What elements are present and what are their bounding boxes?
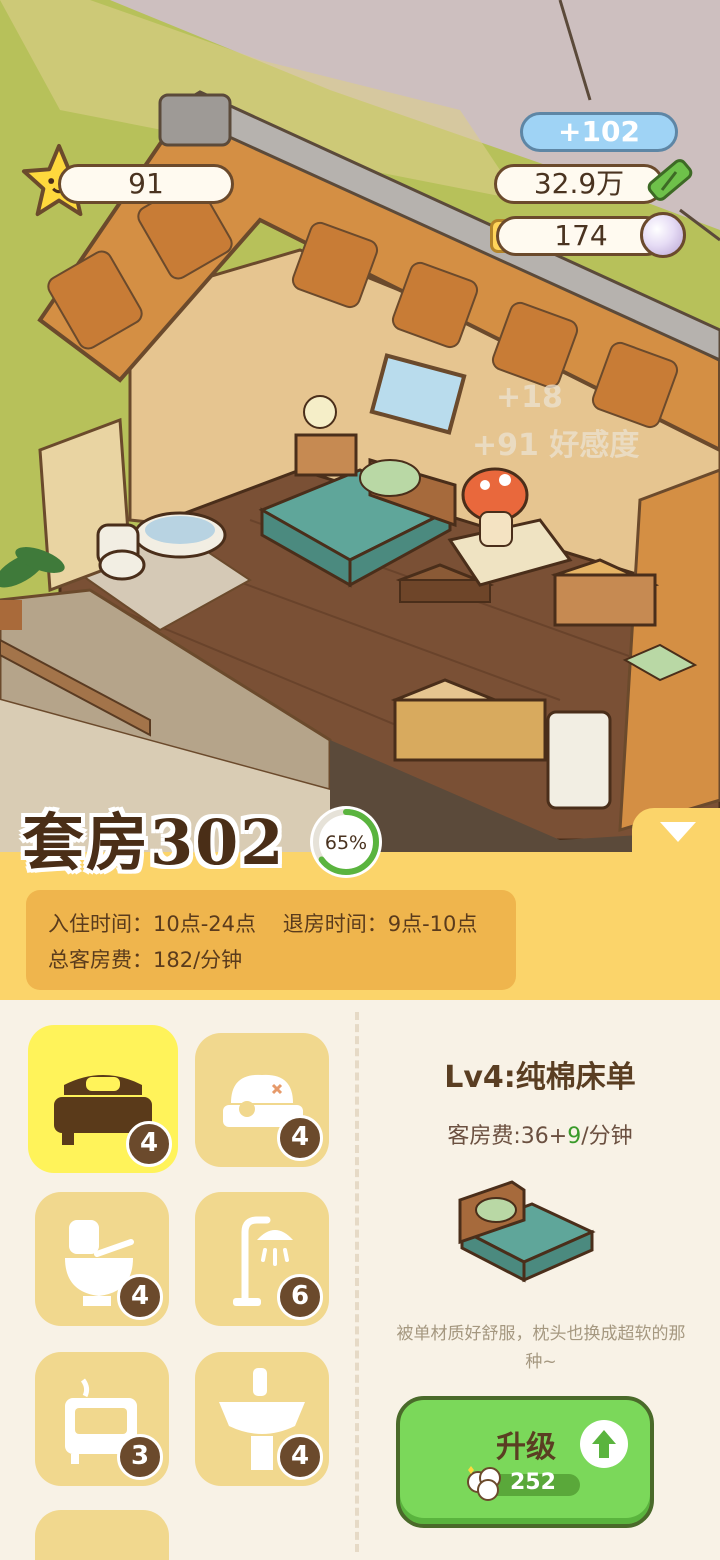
floating-reward-pill: +102 — [520, 112, 678, 152]
item-level-badge: 4 — [277, 1434, 323, 1480]
item-tile-partial[interactable] — [35, 1510, 169, 1560]
upgrade-button[interactable]: 升级 252 — [396, 1396, 654, 1528]
upgrade-label: 升级 — [496, 1430, 556, 1465]
checkout-label: 退房时间：9点-10点 — [282, 912, 478, 936]
item-level-badge: 4 — [126, 1121, 172, 1167]
item-tile-cabinet[interactable]: 3 — [35, 1352, 169, 1486]
item-level-badge: 4 — [117, 1274, 163, 1320]
progress-label: 65% — [325, 832, 367, 854]
item-level-badge: 4 — [277, 1115, 323, 1161]
item-level-badge: 3 — [117, 1434, 163, 1480]
star-counter[interactable]: 91 — [58, 164, 234, 204]
checkin-label: 入住时间：10点-24点 — [48, 912, 257, 936]
cotton-icon — [467, 1466, 501, 1501]
panel-divider — [355, 1012, 359, 1552]
total-fee: 总客房费：182/分钟 — [48, 948, 243, 972]
upgrade-cost: 252 — [510, 1470, 556, 1495]
pearl-icon — [640, 212, 686, 258]
item-tile-shower[interactable]: 6 — [195, 1192, 329, 1326]
item-detail-title: Lv4:纯棉床单 — [444, 1060, 636, 1095]
bamboo-counter[interactable]: 32.9万 — [494, 164, 664, 204]
item-detail-fee: 客房费:36+9/分钟 — [380, 1118, 700, 1150]
item-tile-bed[interactable]: 4 — [28, 1025, 178, 1173]
floating-coin-text: +18 — [496, 380, 563, 415]
item-tile-toilet[interactable]: 4 — [35, 1192, 169, 1326]
fee-bonus: 9 — [567, 1124, 582, 1149]
item-level-badge: 6 — [277, 1274, 323, 1320]
room-progress-ring: 65% — [310, 806, 382, 878]
bed-preview-image — [458, 1180, 596, 1283]
fee-suffix: /分钟 — [581, 1124, 633, 1149]
bamboo-icon — [647, 159, 693, 201]
checkin-time: 入住时间：10点-24点 退房时间：9点-10点 — [48, 908, 477, 938]
item-detail-description: 被单材质好舒服，枕头也换成超软的那种~ — [396, 1324, 686, 1372]
item-tile-nightstand[interactable]: 4 — [195, 1033, 329, 1167]
chevron-down-icon[interactable] — [660, 822, 696, 842]
item-tile-sink[interactable]: 4 — [195, 1352, 329, 1486]
room-info-box — [26, 890, 516, 990]
arrow-up-icon — [580, 1420, 628, 1468]
fee-prefix: 客房费:36+ — [447, 1124, 568, 1149]
room-title: 套房302 — [22, 806, 286, 879]
floating-affection-text: +91 好感度 — [472, 428, 640, 463]
